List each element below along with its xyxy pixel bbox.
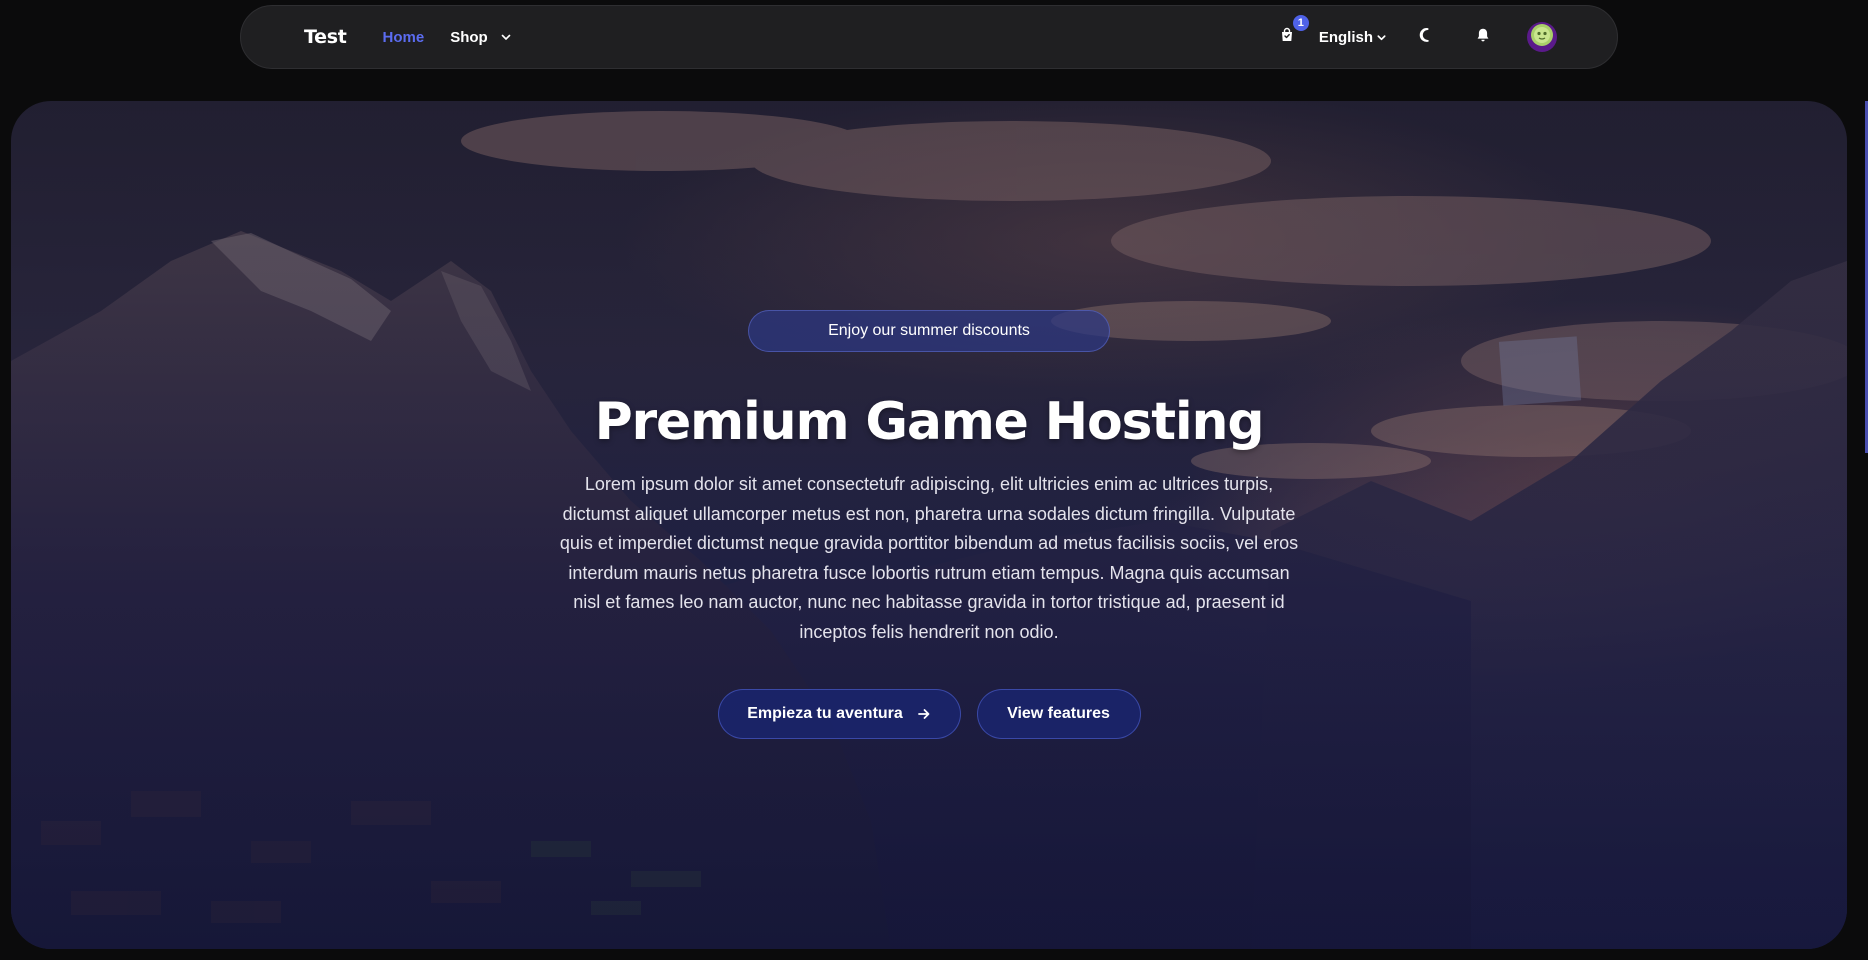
bell-icon — [1475, 27, 1491, 47]
nav-link-shop[interactable]: Shop — [450, 29, 512, 46]
avatar-icon — [1530, 23, 1554, 51]
hero-content: Enjoy our summer discounts Premium Game … — [11, 101, 1847, 739]
view-features-label: View features — [1007, 705, 1110, 722]
hero-cta-row: Empieza tu aventura View features — [717, 689, 1141, 739]
chevron-down-icon — [500, 31, 512, 43]
nav-link-home-label: Home — [382, 28, 425, 46]
nav-link-shop-label: Shop — [450, 28, 488, 46]
arrow-right-icon — [917, 707, 931, 721]
start-adventure-button[interactable]: Empieza tu aventura — [717, 689, 961, 739]
view-features-button[interactable]: View features — [976, 689, 1141, 739]
brand-logo[interactable]: Test — [304, 26, 347, 48]
hero-title: Premium Game Hosting — [594, 392, 1265, 452]
promo-pill-button[interactable]: Enjoy our summer discounts — [748, 310, 1110, 352]
nav-actions: 1 English — [1275, 15, 1557, 52]
nav-link-home[interactable]: Home — [383, 29, 425, 46]
chevron-down-icon — [1376, 32, 1387, 43]
cart-count-badge: 1 — [1292, 15, 1309, 31]
top-navbar: Test Home Shop 1 English — [240, 5, 1618, 69]
shopping-bag-icon — [1279, 27, 1295, 47]
hero-section: Enjoy our summer discounts Premium Game … — [11, 101, 1847, 949]
notifications-button[interactable] — [1471, 25, 1495, 49]
theme-toggle-button[interactable] — [1415, 25, 1439, 49]
start-adventure-label: Empieza tu aventura — [747, 705, 903, 722]
moon-icon — [1419, 27, 1435, 47]
page: Test Home Shop 1 English Enjoy our summe… — [0, 0, 1868, 960]
user-avatar[interactable] — [1527, 22, 1557, 52]
hero-description: Lorem ipsum dolor sit amet consectetufr … — [559, 474, 1299, 642]
language-label: English — [1318, 28, 1373, 46]
language-selector[interactable]: English — [1319, 29, 1387, 46]
cart-button[interactable]: 1 — [1275, 15, 1309, 49]
